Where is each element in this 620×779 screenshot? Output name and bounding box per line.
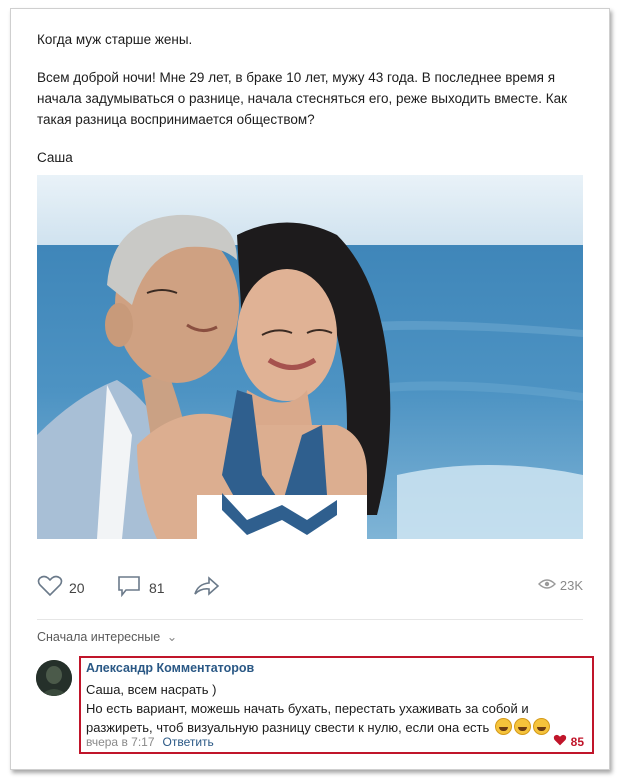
heart-icon xyxy=(553,734,567,749)
sort-label: Сначала интересные xyxy=(37,630,161,644)
post-photo[interactable] xyxy=(37,175,583,539)
views-counter: 23K xyxy=(537,578,583,593)
comments-sort-dropdown[interactable]: Сначала интересные ⌄ xyxy=(37,629,177,644)
post-signature: Саша xyxy=(37,150,73,165)
comment-like-count: 85 xyxy=(570,734,584,749)
like-count: 20 xyxy=(69,579,85,596)
post-body: Всем доброй ночи! Мне 29 лет, в браке 10… xyxy=(37,70,568,127)
reply-button[interactable]: Ответить xyxy=(163,735,214,749)
comment-meta: вчера в 7:17 Ответить xyxy=(86,735,214,749)
grin-emoji-icon xyxy=(494,718,512,735)
grin-emoji-icon xyxy=(532,718,550,735)
comment-highlighted: Александр Комментаторов Саша, всем насра… xyxy=(79,656,594,754)
post-title: Когда муж старше жены. xyxy=(37,32,193,47)
avatar[interactable] xyxy=(36,660,72,696)
couple-beach-photo xyxy=(37,175,583,539)
share-icon xyxy=(192,575,220,600)
views-count: 23K xyxy=(559,578,583,593)
grin-emoji-icon xyxy=(513,718,531,735)
comment-line-1: Саша, всем насрать ) xyxy=(86,682,217,697)
comment-author[interactable]: Александр Комментаторов xyxy=(86,661,254,675)
chevron-down-icon: ⌄ xyxy=(166,630,178,644)
comment-time: вчера в 7:17 xyxy=(86,735,155,749)
post-actions: 20 81 23K xyxy=(37,575,583,601)
comment-line-2-text: Но есть вариант, можешь начать бухать, п… xyxy=(86,701,529,735)
comment-icon xyxy=(117,575,141,600)
like-button[interactable]: 20 xyxy=(37,575,85,600)
heart-icon xyxy=(37,575,63,600)
eye-icon xyxy=(537,578,556,593)
divider xyxy=(37,619,583,620)
share-button[interactable] xyxy=(192,575,220,600)
comment-count: 81 xyxy=(149,579,165,596)
post-card: Когда муж старше жены. Всем доброй ночи!… xyxy=(10,8,610,770)
comment-button[interactable]: 81 xyxy=(117,575,165,600)
comment-text: Саша, всем насрать ) Но есть вариант, мо… xyxy=(86,680,586,737)
comment-line-2: Но есть вариант, можешь начать бухать, п… xyxy=(86,699,586,737)
comment-like-button[interactable]: 85 xyxy=(553,734,584,749)
